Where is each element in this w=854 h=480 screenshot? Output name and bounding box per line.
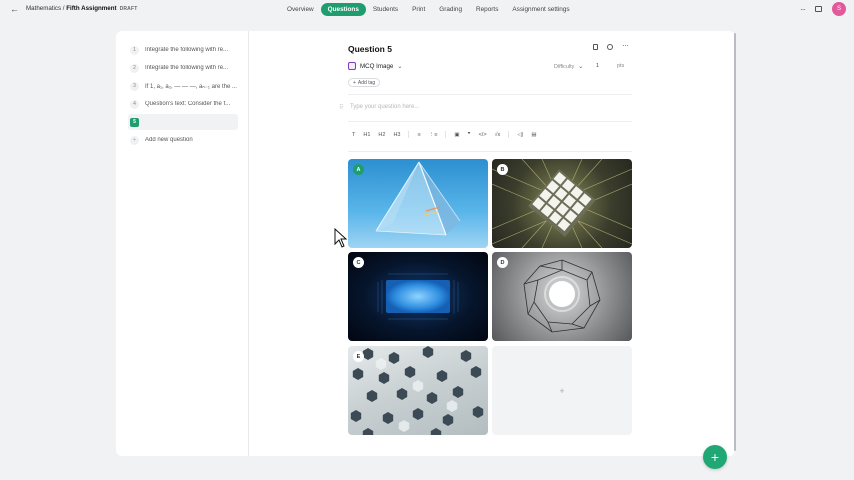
heading-1-icon[interactable]: H1 [363,132,370,138]
breadcrumb-subject[interactable]: Mathematics [26,5,61,12]
mouse-cursor-icon [334,228,348,248]
top-right-actions: ··· S [800,2,846,16]
prism-image [375,161,461,236]
main-nav: Overview Questions Students Print Gradin… [280,2,577,17]
text-style-icon[interactable]: T [352,132,355,138]
plus-icon: + [710,449,720,465]
plus-icon: + [353,79,356,86]
sidebar-question-1[interactable]: 1 Integrate the following with re... [128,42,238,58]
option-letter: E [353,351,364,362]
tab-assignment-settings[interactable]: Assignment settings [505,3,576,16]
option-letter: C [353,257,364,268]
sidebar-question-3[interactable]: 3 If 1, a₁, a₂, — — —, aₙ₋₁ are the ... [128,78,238,94]
tab-reports[interactable]: Reports [469,3,505,16]
option-image-b[interactable]: B [492,159,632,248]
add-new-question-button[interactable]: + Add new question [128,132,238,148]
tab-grading[interactable]: Grading [432,3,469,16]
question-sidebar: 1 Integrate the following with re... 2 I… [116,31,249,456]
question-preview: Integrate the following with re... [145,47,229,53]
difficulty-select[interactable]: Difficulty ⌄ [554,63,584,71]
divider [348,121,632,122]
toolbar-separator [408,131,410,138]
question-number: 4 [130,99,139,109]
question-number: 5 [130,117,139,127]
more-horizontal-icon[interactable]: ··· [800,5,806,14]
image-icon[interactable]: ▣ [454,132,459,138]
drag-handle-icon[interactable]: ⠿ [339,104,343,111]
chevron-down-icon: ⌄ [578,64,584,70]
heading-2-icon[interactable]: H2 [378,132,385,138]
tab-questions[interactable]: Questions [320,3,366,16]
more-horizontal-icon[interactable]: ··· [622,42,629,50]
toolbar-separator [508,131,510,138]
question-preview: Question's text: Consider the f... [145,101,231,107]
grid-light-image [492,159,632,248]
numbered-list-icon[interactable]: ⋮≡ [429,132,438,138]
scrollbar[interactable] [734,33,736,451]
top-bar: ← Mathematics / Fifth Assignment DRAFT Ov… [0,0,854,19]
status-badge: DRAFT [119,6,138,12]
formatting-toolbar: T H1 H2 H3 ≡ ⋮≡ ▣ ❞ </> √x ◁) ▤ [352,131,545,138]
table-icon[interactable]: ▤ [531,132,536,138]
option-letter: D [497,257,508,268]
heading-3-icon[interactable]: H3 [393,132,400,138]
duplicate-icon[interactable] [593,44,598,50]
globe-icon[interactable] [607,44,613,50]
option-letter: A [353,164,364,175]
question-type-label: MCQ Image [360,62,394,70]
question-number: 2 [130,63,139,73]
breadcrumb: Mathematics / Fifth Assignment DRAFT [26,5,138,12]
bullet-list-icon[interactable]: ≡ [417,132,420,138]
add-tag-button[interactable]: + Add tag [348,78,381,87]
tab-students[interactable]: Students [366,3,405,16]
quote-icon[interactable]: ❞ [468,132,471,138]
option-letter: B [497,164,508,175]
question-preview: If 1, a₁, a₂, — — —, aₙ₋₁ are the ... [145,83,237,90]
inbox-icon[interactable] [815,6,822,12]
add-option-button[interactable]: + [492,346,632,435]
avatar[interactable]: S [832,2,846,16]
hexagon-pattern-image [350,346,484,435]
back-arrow-icon[interactable]: ← [10,4,19,14]
image-type-icon [348,62,356,70]
plus-icon: + [130,135,139,145]
option-image-e[interactable]: E [348,346,488,435]
question-preview: Integrate the following with re... [145,65,229,71]
code-icon[interactable]: </> [479,132,487,138]
sidebar-question-4[interactable]: 4 Question's text: Consider the f... [128,96,238,112]
difficulty-label: Difficulty [554,63,575,70]
question-number: 1 [130,45,139,55]
add-question-label: Add new question [145,137,193,143]
divider [348,151,632,152]
toolbar-separator [445,131,447,138]
divider [348,94,632,95]
math-icon[interactable]: √x [495,132,501,138]
chevron-down-icon: ⌄ [397,63,403,70]
tab-print[interactable]: Print [405,3,432,16]
glow-rectangle-image [377,273,459,320]
points-label: pts [617,63,625,69]
sidebar-question-5[interactable]: 5 [128,114,238,130]
add-floating-button[interactable]: + [703,445,727,469]
option-image-a[interactable]: A [348,159,488,248]
question-title: Question 5 [348,44,392,54]
option-image-d[interactable]: D [492,252,632,341]
tab-overview[interactable]: Overview [280,3,321,16]
wireframe-light-image [523,259,601,333]
option-image-c[interactable]: C [348,252,488,341]
breadcrumb-assignment: Fifth Assignment [66,5,117,12]
points-input[interactable]: 1 [596,63,599,69]
audio-icon[interactable]: ◁) [517,132,523,138]
question-actions: ··· [593,42,629,50]
plus-icon: + [559,385,565,396]
sidebar-question-2[interactable]: 2 Integrate the following with re... [128,60,238,76]
add-tag-label: Add tag [357,79,376,86]
question-text-input[interactable]: Type your question here... [350,104,419,110]
question-type-select[interactable]: MCQ Image ⌄ [348,62,402,70]
question-number: 3 [130,81,139,91]
